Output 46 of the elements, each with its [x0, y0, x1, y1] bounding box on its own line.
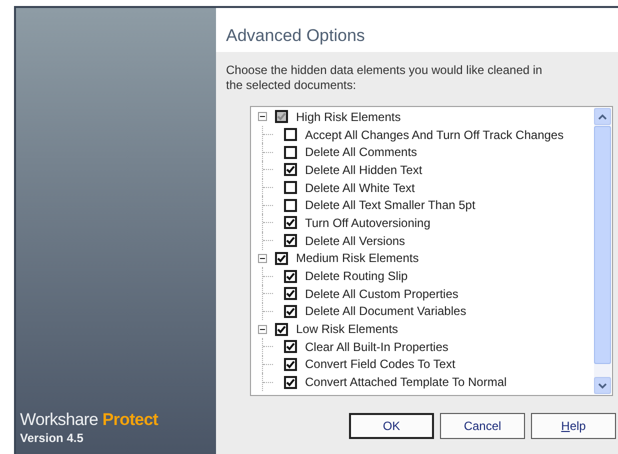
- dialog-button[interactable]: Cancel: [440, 413, 525, 439]
- collapse-icon[interactable]: [258, 254, 267, 263]
- instructions-text: Choose the hidden data elements you would like cleaned in the selected documents:: [226, 63, 544, 93]
- tree-item-label[interactable]: Low Risk Elements: [296, 320, 398, 338]
- product-name: Protect: [102, 410, 158, 429]
- checkbox[interactable]: [284, 163, 297, 176]
- dialog-title: Advanced Options: [226, 26, 366, 46]
- tree-item-label[interactable]: Delete All Text Smaller Than 5pt: [305, 196, 476, 214]
- tree-item-label[interactable]: High Risk Elements: [296, 108, 401, 126]
- checkbox[interactable]: [284, 270, 297, 283]
- tree-item-label[interactable]: Turn Off Autoversioning: [305, 214, 430, 232]
- scroll-thumb[interactable]: [594, 126, 611, 364]
- checkbox[interactable]: [284, 234, 297, 248]
- checkbox[interactable]: [284, 146, 297, 159]
- scroll-up-icon[interactable]: [594, 108, 611, 125]
- tree-item-label[interactable]: Delete All Versions: [305, 232, 406, 250]
- tree-item-label[interactable]: Accept All Changes And Turn Off Track Changes: [305, 126, 564, 144]
- scrollbar[interactable]: [594, 108, 611, 394]
- tree-item-label[interactable]: Convert Field Codes To Text: [305, 355, 456, 374]
- checkbox[interactable]: [275, 322, 288, 336]
- checkbox[interactable]: [284, 340, 297, 354]
- scroll-down-icon[interactable]: [594, 377, 611, 394]
- brand-name: Workshare: [20, 410, 98, 429]
- checkbox[interactable]: [284, 287, 297, 300]
- dialog-button[interactable]: Help: [531, 413, 616, 439]
- checkbox[interactable]: [275, 252, 288, 265]
- collapse-icon[interactable]: [258, 324, 267, 334]
- tree-item-label[interactable]: Delete Routing Slip: [305, 267, 408, 286]
- tree-item-label[interactable]: Delete All Custom Properties: [305, 284, 458, 303]
- checkbox[interactable]: [284, 358, 297, 371]
- checkbox[interactable]: [284, 198, 297, 212]
- tree-item-label[interactable]: Delete All White Text: [305, 178, 415, 197]
- checkbox[interactable]: [284, 376, 297, 389]
- checkbox[interactable]: [284, 216, 297, 230]
- tree-item-label[interactable]: Delete All Hidden Text: [305, 160, 422, 179]
- dialog-button[interactable]: OK: [349, 413, 434, 439]
- tree-item-label[interactable]: Clear All Built-In Properties: [305, 338, 448, 356]
- collapse-icon[interactable]: [258, 112, 267, 122]
- tree-item-label[interactable]: Delete All Document Variables: [305, 302, 466, 320]
- tree-item-label[interactable]: Delete All Comments: [305, 143, 418, 162]
- checkbox[interactable]: [284, 304, 297, 318]
- tree-item-label[interactable]: Medium Risk Elements: [296, 249, 419, 268]
- checkbox[interactable]: [284, 181, 297, 194]
- tree-item-label[interactable]: Convert Attached Template To Normal: [305, 373, 507, 392]
- version-label: Version 4.5: [20, 430, 84, 446]
- checkbox[interactable]: [284, 128, 297, 142]
